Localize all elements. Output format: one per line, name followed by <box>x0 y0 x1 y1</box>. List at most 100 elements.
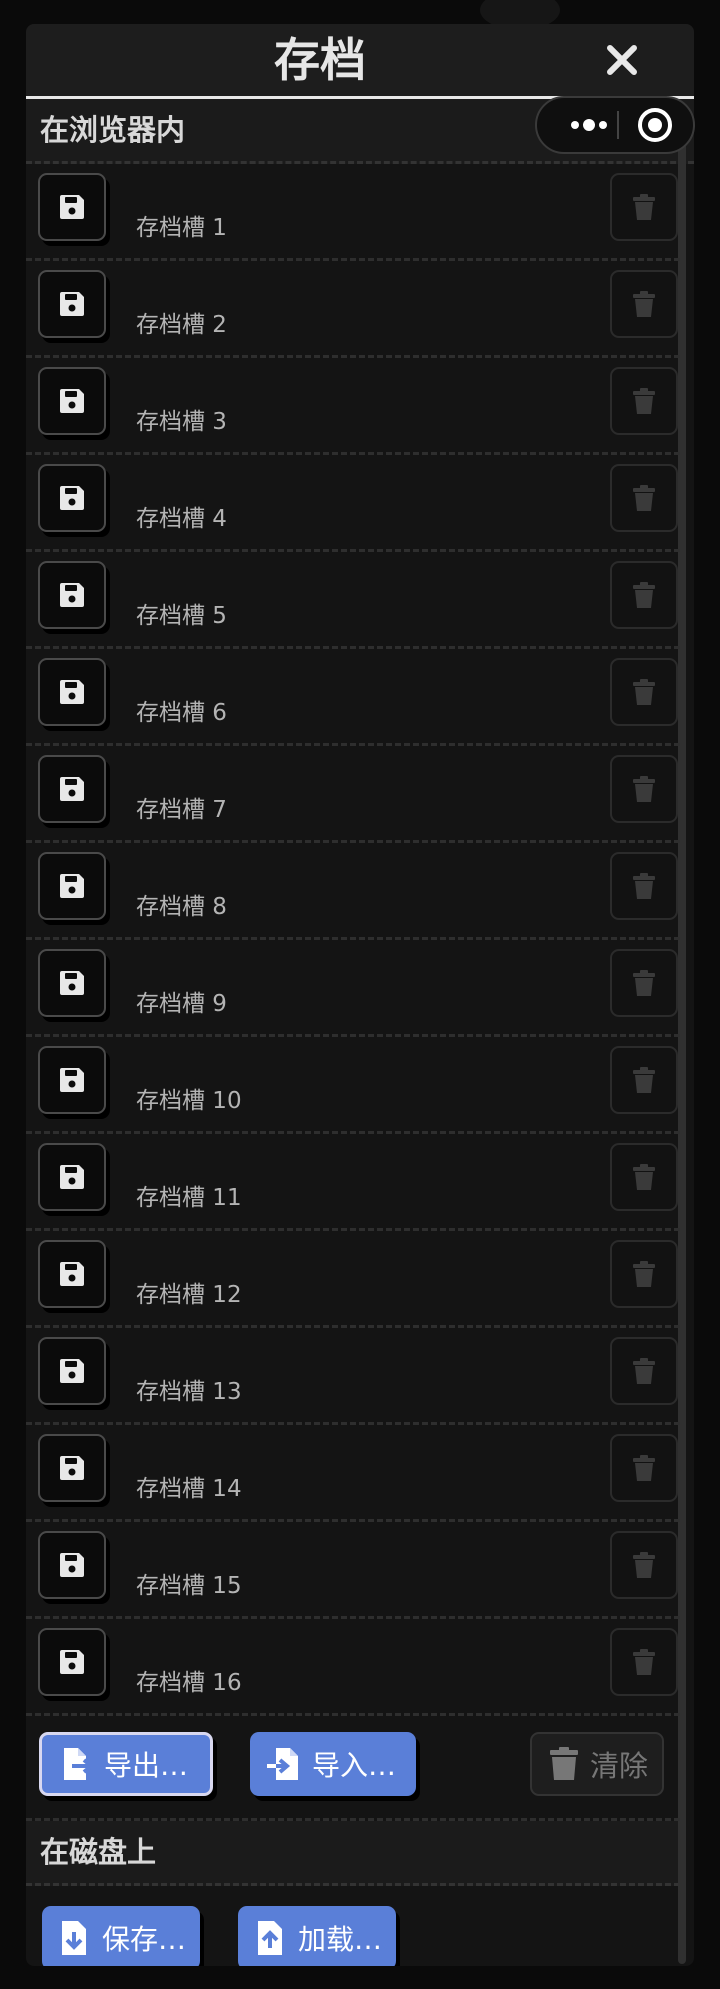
trash-icon <box>633 1358 655 1384</box>
slot-delete-button[interactable] <box>610 1434 678 1502</box>
slot-save-button[interactable] <box>38 755 106 823</box>
save-slot-row: 存档槽 4 <box>26 455 680 552</box>
import-label: 导入… <box>312 1749 397 1782</box>
slot-delete-button[interactable] <box>610 755 678 823</box>
slot-delete-button[interactable] <box>610 464 678 532</box>
slot-save-button[interactable] <box>38 270 106 338</box>
disk-save-label: 保存… <box>102 1923 187 1956</box>
slot-label: 存档槽 2 <box>136 312 227 338</box>
save-slot-row: 存档槽 5 <box>26 552 680 649</box>
save-slot-row: 存档槽 3 <box>26 358 680 455</box>
slot-save-button[interactable] <box>38 1628 106 1696</box>
browser-actions: 导出… 导入… 清除 <box>26 1716 680 1821</box>
floppy-disk-icon <box>60 680 84 704</box>
more-button[interactable] <box>557 98 621 152</box>
slot-label: 存档槽 3 <box>136 409 227 435</box>
slot-label: 存档槽 13 <box>136 1379 242 1405</box>
slot-save-button[interactable] <box>38 1143 106 1211</box>
slot-delete-button[interactable] <box>610 270 678 338</box>
save-slot-row: 存档槽 16 <box>26 1619 680 1716</box>
slot-delete-button[interactable] <box>610 658 678 726</box>
close-icon <box>607 45 637 75</box>
save-slot-row: 存档槽 2 <box>26 261 680 358</box>
slot-save-button[interactable] <box>38 561 106 629</box>
slot-save-button[interactable] <box>38 1337 106 1405</box>
slot-label: 存档槽 8 <box>136 894 227 920</box>
disk-actions: 保存… 加载… <box>26 1886 694 1966</box>
floppy-disk-icon <box>60 874 84 898</box>
slot-label: 存档槽 10 <box>136 1088 242 1114</box>
slot-delete-button[interactable] <box>610 1337 678 1405</box>
trash-icon <box>633 776 655 802</box>
disk-load-label: 加载… <box>298 1923 383 1956</box>
slot-delete-button[interactable] <box>610 1046 678 1114</box>
slot-save-button[interactable] <box>38 367 106 435</box>
trash-icon <box>633 388 655 414</box>
disk-load-button[interactable]: 加载… <box>238 1906 396 1966</box>
slot-save-button[interactable] <box>38 1531 106 1599</box>
clear-button[interactable]: 清除 <box>530 1732 664 1796</box>
slot-label: 存档槽 9 <box>136 991 227 1017</box>
slot-delete-button[interactable] <box>610 1531 678 1599</box>
slot-delete-button[interactable] <box>610 561 678 629</box>
disk-section-header: 在磁盘上 <box>26 1821 680 1886</box>
slot-save-button[interactable] <box>38 173 106 241</box>
slot-label: 存档槽 14 <box>136 1476 242 1502</box>
save-slot-row: 存档槽 14 <box>26 1425 680 1522</box>
slot-list: 存档槽 1 存档槽 2 存档槽 3 存档槽 4 存档槽 5 存档槽 6 存档槽 … <box>26 164 694 1716</box>
slot-label: 存档槽 16 <box>136 1670 242 1696</box>
slot-delete-button[interactable] <box>610 1628 678 1696</box>
slot-label: 存档槽 1 <box>136 215 227 241</box>
export-label: 导出… <box>104 1749 189 1782</box>
trash-icon <box>633 582 655 608</box>
save-slot-row: 存档槽 15 <box>26 1522 680 1619</box>
slot-save-button[interactable] <box>38 464 106 532</box>
slot-save-button[interactable] <box>38 1240 106 1308</box>
close-button[interactable] <box>600 38 644 82</box>
save-slot-row: 存档槽 12 <box>26 1231 680 1328</box>
slot-delete-button[interactable] <box>610 367 678 435</box>
save-slot-row: 存档槽 10 <box>26 1037 680 1134</box>
file-download-icon <box>62 1921 86 1955</box>
floppy-disk-icon <box>60 1068 84 1092</box>
save-slot-row: 存档槽 6 <box>26 649 680 746</box>
export-button[interactable]: 导出… <box>39 1732 213 1796</box>
slot-label: 存档槽 15 <box>136 1573 242 1599</box>
more-dots-icon <box>571 119 607 131</box>
exit-button[interactable] <box>635 105 675 145</box>
slot-label: 存档槽 7 <box>136 797 227 823</box>
import-button[interactable]: 导入… <box>250 1732 416 1796</box>
slot-save-button[interactable] <box>38 658 106 726</box>
save-slot-row: 存档槽 1 <box>26 164 680 261</box>
slot-delete-button[interactable] <box>610 852 678 920</box>
trash-icon <box>550 1747 578 1780</box>
trash-icon <box>633 1164 655 1190</box>
floppy-disk-icon <box>60 583 84 607</box>
miniprogram-capsule <box>535 96 695 154</box>
slot-save-button[interactable] <box>38 1434 106 1502</box>
slot-save-button[interactable] <box>38 949 106 1017</box>
disk-save-button[interactable]: 保存… <box>42 1906 200 1966</box>
slot-label: 存档槽 6 <box>136 700 227 726</box>
trash-icon <box>633 873 655 899</box>
dialog-title: 存档 <box>274 33 366 87</box>
saves-dialog: 存档 在浏览器内 存档槽 1 存档槽 2 存档槽 3 存档槽 4 存档槽 5 存… <box>26 24 694 1966</box>
slot-delete-button[interactable] <box>610 173 678 241</box>
slot-delete-button[interactable] <box>610 1143 678 1211</box>
floppy-disk-icon <box>60 971 84 995</box>
floppy-disk-icon <box>60 1359 84 1383</box>
slot-label: 存档槽 12 <box>136 1282 242 1308</box>
slot-save-button[interactable] <box>38 852 106 920</box>
slot-delete-button[interactable] <box>610 1240 678 1308</box>
slot-save-button[interactable] <box>38 1046 106 1114</box>
floppy-disk-icon <box>60 1262 84 1286</box>
trash-icon <box>633 1067 655 1093</box>
save-slot-row: 存档槽 7 <box>26 746 680 843</box>
trash-icon <box>633 970 655 996</box>
trash-icon <box>633 1455 655 1481</box>
file-export-icon <box>64 1748 95 1780</box>
slot-delete-button[interactable] <box>610 949 678 1017</box>
slot-label: 存档槽 4 <box>136 506 227 532</box>
save-slot-row: 存档槽 13 <box>26 1328 680 1425</box>
file-upload-icon <box>258 1921 282 1955</box>
